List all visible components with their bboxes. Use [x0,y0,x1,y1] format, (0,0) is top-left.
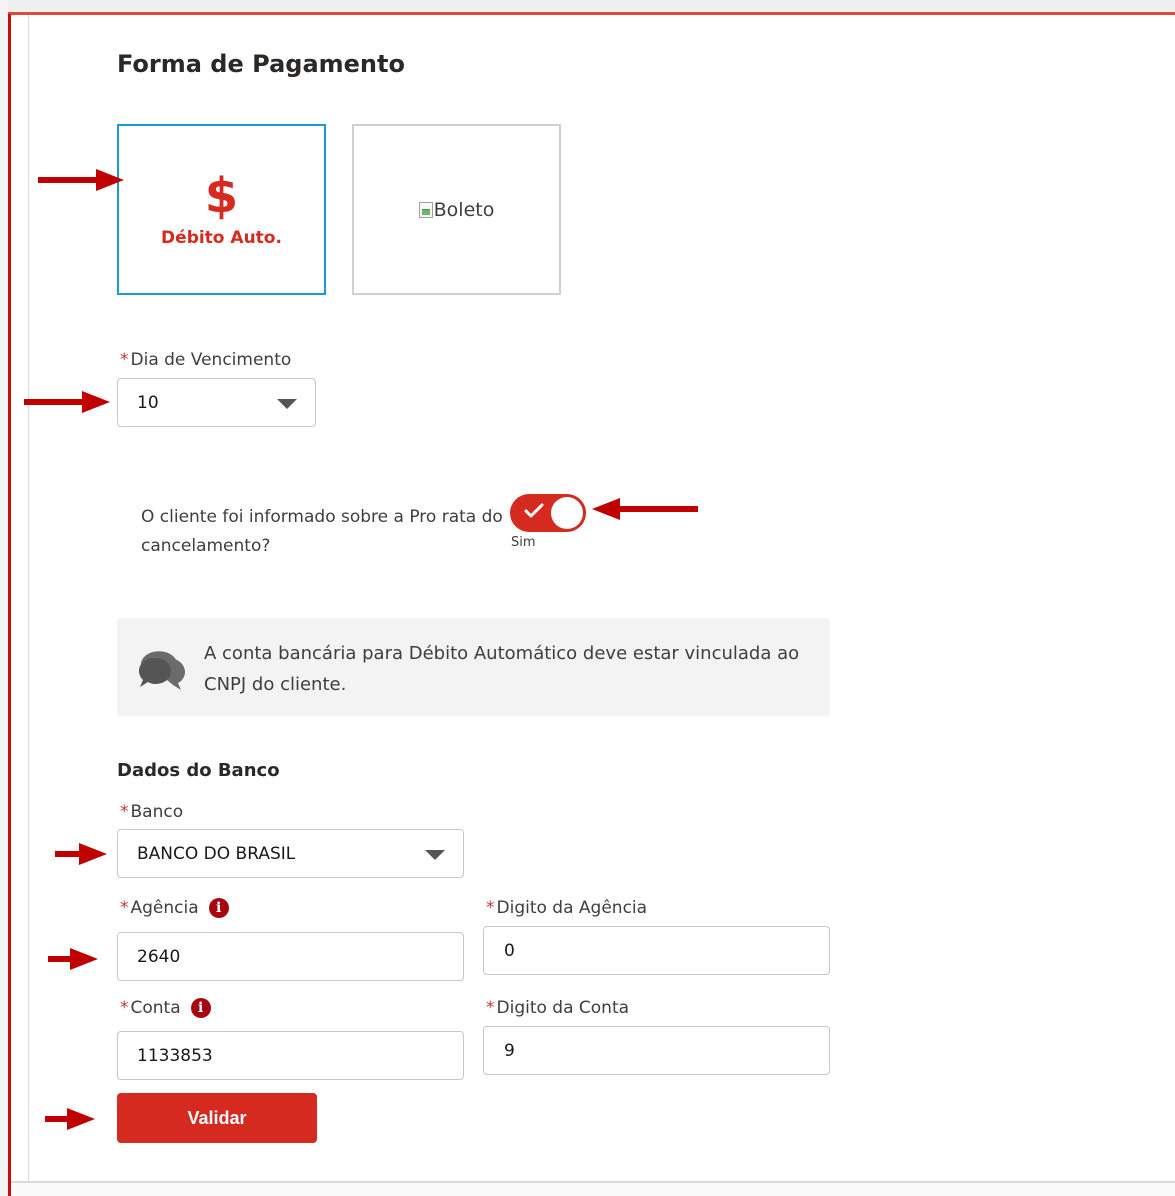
info-icon[interactable]: i [208,898,229,918]
info-icon[interactable]: i [190,998,211,1018]
agencia-value: 2640 [137,946,181,967]
left-highlight-bar [8,14,11,1196]
annotation-arrow-icon [24,391,110,413]
due-day-label: * Dia de Vencimento [120,350,291,370]
notice-text: A conta bancária para Débito Automático … [204,643,800,695]
due-day-select[interactable]: 10 [117,378,316,427]
conta-label-text: Conta [130,998,181,1018]
page-title: Forma de Pagamento [117,50,405,78]
digito-agencia-label-text: Digito da Agência [496,898,648,918]
broken-image-icon [418,201,433,218]
agencia-label-text: Agência [130,898,199,918]
bank-label: * Banco [120,802,183,822]
payment-option-debito[interactable]: $ Débito Auto. [117,124,326,295]
conta-label: * Conta i [120,998,211,1018]
chevron-down-icon [425,849,445,860]
bottom-area [11,1183,1175,1196]
digito-conta-value: 9 [504,1041,515,1061]
annotation-arrow-icon [38,169,124,191]
toggle-caption: Sim [511,535,536,550]
required-marker: * [486,898,495,918]
dollar-icon: $ [204,167,239,224]
digito-agencia-input[interactable]: 0 [483,926,830,975]
top-strip [8,0,1175,12]
required-marker: * [120,998,129,1018]
bank-section-title: Dados do Banco [117,760,280,781]
digito-conta-label: * Digito da Conta [486,998,629,1018]
toggle-knob [551,497,583,529]
pro-rata-question: O cliente foi informado sobre a Pro rata… [141,507,503,556]
payment-option-label: Débito Auto. [161,227,282,248]
bank-select[interactable]: BANCO DO BRASIL [117,829,464,878]
annotation-arrow-icon [592,498,698,520]
required-marker: * [120,802,129,822]
bank-label-text: Banco [130,802,184,822]
boleto-alt-text: Boleto [433,198,495,221]
due-day-value: 10 [137,392,159,413]
info-notice: A conta bancária para Débito Automático … [117,618,830,716]
annotation-arrow-icon [48,948,98,970]
validar-button[interactable]: Validar [117,1093,317,1143]
payment-option-boleto[interactable]: Boleto [352,124,561,295]
required-marker: * [120,898,129,918]
conta-value: 1133853 [137,1045,213,1066]
panel-divider [28,15,29,1181]
bank-value: BANCO DO BRASIL [137,843,296,864]
agencia-input[interactable]: 2640 [117,932,464,981]
digito-agencia-value: 0 [504,941,515,961]
boleto-image: Boleto [418,198,495,221]
conta-input[interactable]: 1133853 [117,1031,464,1080]
chat-bubbles-icon [139,651,185,690]
chevron-down-icon [277,398,297,409]
pro-rata-toggle[interactable] [510,494,586,532]
digito-conta-input[interactable]: 9 [483,1026,830,1075]
check-icon [524,503,544,518]
agencia-label: * Agência i [120,898,229,918]
annotation-arrow-icon [55,843,107,865]
digito-agencia-label: * Digito da Agência [486,898,647,918]
due-day-label-text: Dia de Vencimento [130,350,292,370]
required-marker: * [486,998,495,1018]
required-marker: * [120,350,129,370]
annotation-arrow-icon [45,1108,95,1130]
digito-conta-label-text: Digito da Conta [496,998,630,1018]
